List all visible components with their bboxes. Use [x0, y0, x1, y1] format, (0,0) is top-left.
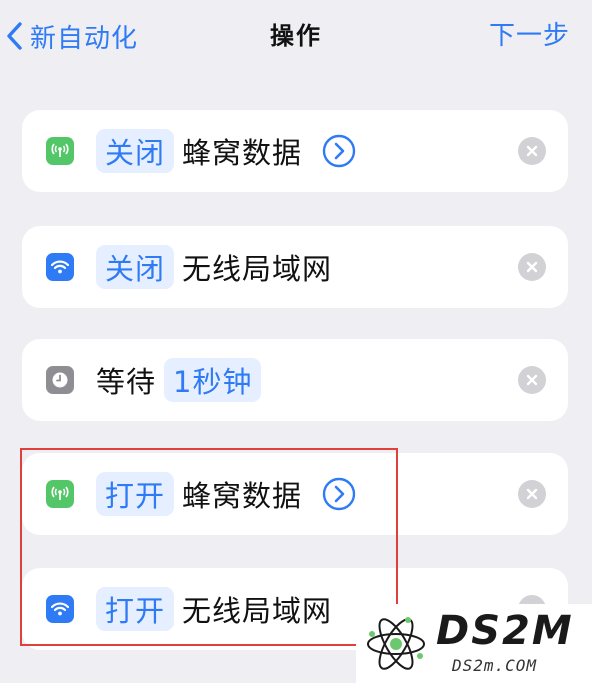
action-toggle-token[interactable]: 关闭 — [96, 245, 175, 289]
watermark-title: DS2M — [436, 608, 574, 654]
remove-action-button[interactable] — [518, 137, 546, 165]
action-card-wifi-off[interactable]: 关闭 无线局域网 — [22, 226, 568, 308]
clock-icon — [46, 366, 74, 394]
atom-logo-icon — [367, 617, 425, 670]
action-label: 蜂窝数据 — [182, 479, 303, 513]
wifi-icon — [46, 595, 74, 623]
wait-duration-token[interactable]: 1秒钟 — [164, 358, 262, 402]
cellular-icon — [46, 137, 74, 165]
close-icon — [526, 488, 538, 500]
action-label: 等待 — [96, 365, 157, 399]
close-icon — [526, 145, 538, 157]
action-label: 无线局域网 — [182, 252, 333, 286]
action-card-cellular-off[interactable]: 关闭 蜂窝数据 — [22, 110, 568, 192]
cellular-icon — [46, 480, 74, 508]
action-toggle-token[interactable]: 关闭 — [96, 129, 175, 173]
action-card-wait[interactable]: 等待 1秒钟 — [22, 339, 568, 421]
remove-action-button[interactable] — [518, 366, 546, 394]
nav-bar: 新自动化 操作 下一步 — [0, 0, 592, 70]
next-button[interactable]: 下一步 — [489, 18, 570, 54]
close-icon — [526, 374, 538, 386]
remove-action-button[interactable] — [518, 480, 546, 508]
action-label: 无线局域网 — [182, 594, 333, 628]
watermark-subtitle: DS2m.COM — [452, 656, 538, 675]
chevron-right-circle-icon[interactable] — [322, 134, 356, 168]
action-card-cellular-on[interactable]: 打开 蜂窝数据 — [22, 453, 568, 535]
watermark: DS2M DS2m.COM — [356, 604, 592, 683]
action-label: 蜂窝数据 — [182, 136, 303, 170]
action-toggle-token[interactable]: 打开 — [96, 587, 175, 631]
remove-action-button[interactable] — [518, 253, 546, 281]
action-toggle-token[interactable]: 打开 — [96, 472, 175, 516]
chevron-right-circle-icon[interactable] — [322, 477, 356, 511]
wifi-icon — [46, 253, 74, 281]
close-icon — [526, 261, 538, 273]
